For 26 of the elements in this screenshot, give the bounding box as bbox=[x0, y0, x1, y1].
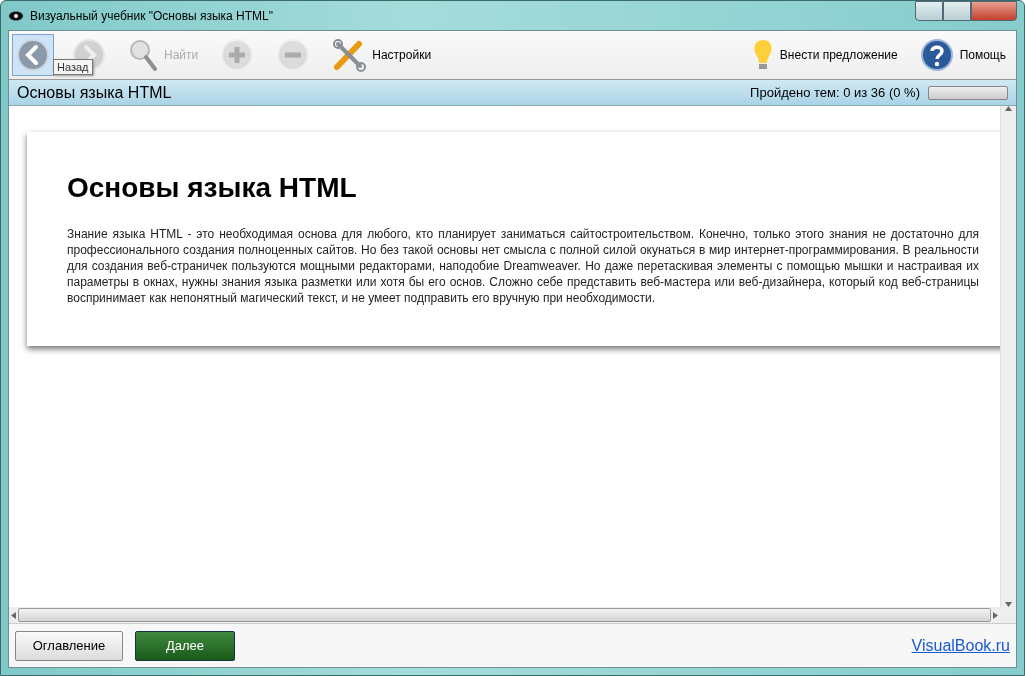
minimize-button[interactable] bbox=[915, 1, 943, 21]
lightbulb-icon bbox=[751, 38, 774, 72]
back-icon bbox=[16, 38, 50, 72]
contents-button[interactable]: Оглавление bbox=[15, 630, 123, 661]
close-button[interactable] bbox=[971, 1, 1017, 21]
search-icon bbox=[128, 38, 158, 72]
window-title: Визуальный учебник "Основы языка HTML" bbox=[30, 8, 274, 23]
minus-icon bbox=[276, 38, 311, 72]
section-title: Основы языка HTML bbox=[17, 83, 172, 102]
suggest-button[interactable]: Внести предложение bbox=[747, 34, 902, 76]
tools-icon bbox=[332, 38, 367, 72]
help-button[interactable]: Помощь bbox=[915, 34, 1010, 76]
scroll-left-icon[interactable] bbox=[11, 611, 16, 619]
article-heading: Основы языка HTML bbox=[67, 172, 358, 204]
next-button[interactable]: Далее bbox=[135, 630, 235, 661]
eye-icon bbox=[8, 10, 24, 21]
help-icon bbox=[919, 38, 954, 72]
progress-text: Пройдено тем: 0 из 36 (0 %) bbox=[750, 85, 920, 100]
article-paragraph: Знание языка HTML - это необходимая основа для любого, кто планирует заниматься сайтостроительством. Конечно, только этого знания не достаточно для профессионального создания полноценных сайтов. Но без такой основы нет смысла с полной силой окунаться в мир интернет-программирования. В реальности для создания веб-страничек пользуются мощными редакторами, наподобие Dreamweaver. Но даже перетаскивая элементы с помощью мышки и настраивая их параметры в окнах, нужны знания языка разметки или хотя бы его основ. Сложно себе представить веб-мастера или веб-дизайнера, который код веб-страницы воспринимает как непонятный магический текст, и не умеет подправить его вручную при необходимости. bbox=[67, 226, 979, 306]
settings-button[interactable]: Настройки bbox=[328, 34, 436, 76]
scroll-right-icon[interactable] bbox=[993, 611, 998, 619]
scroll-down-icon[interactable] bbox=[1005, 602, 1012, 607]
maximize-button[interactable] bbox=[943, 1, 971, 21]
tooltip: Назад bbox=[53, 59, 93, 75]
plus-icon bbox=[220, 38, 255, 72]
website-link[interactable]: VisualBook.ru bbox=[911, 636, 1010, 655]
